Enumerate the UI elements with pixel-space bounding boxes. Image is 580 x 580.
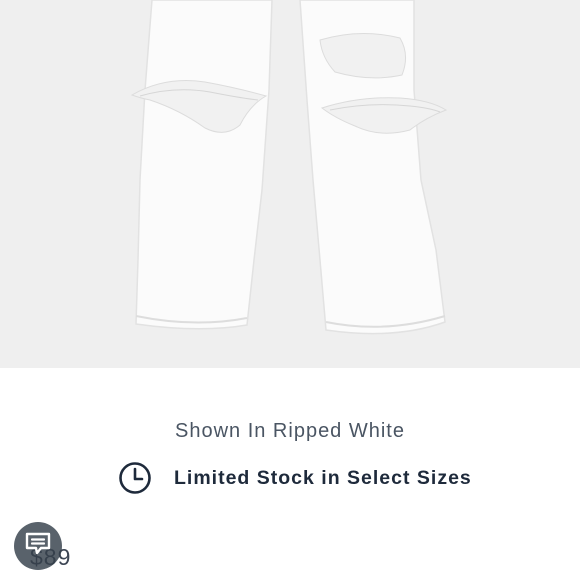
product-color-label: Shown In Ripped White	[174, 420, 405, 442]
clock-icon	[118, 461, 152, 495]
product-image[interactable]	[0, 0, 580, 368]
product-detail-page: Shown In Ripped White Limited Stock in S…	[0, 0, 580, 580]
stock-notice: Limited Stock in Select Sizes	[118, 461, 472, 495]
stock-notice-text: Limited Stock in Select Sizes	[174, 466, 472, 489]
chat-button[interactable]	[14, 522, 62, 570]
ripped-white-jeans-illustration	[0, 0, 580, 368]
chat-bubble-icon	[24, 531, 52, 562]
